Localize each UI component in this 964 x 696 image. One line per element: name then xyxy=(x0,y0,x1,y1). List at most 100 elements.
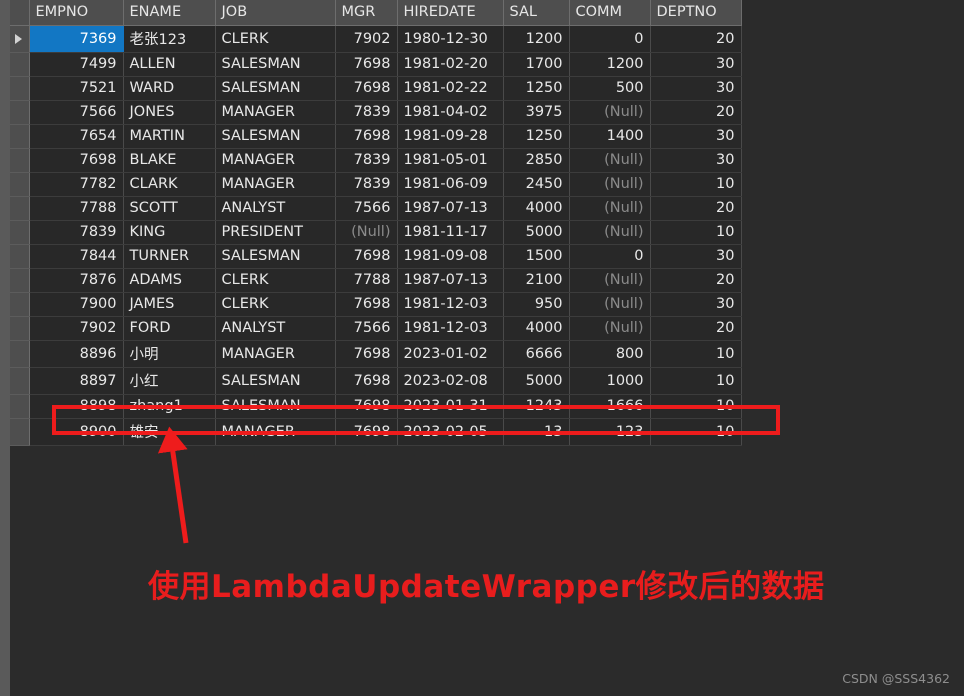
cell-job[interactable]: SALESMAN xyxy=(215,76,336,101)
row-gutter[interactable] xyxy=(10,316,30,341)
table-body[interactable]: 7369 老张123 CLERK 7902 1980-12-30 1200 0 20 7499 A… xyxy=(10,25,742,446)
cell-job[interactable]: SALESMAN xyxy=(215,367,336,395)
cell-comm[interactable]: (Null) xyxy=(569,196,651,221)
cell-deptno[interactable]: 20 xyxy=(650,196,742,221)
cell-deptno[interactable]: 10 xyxy=(650,220,742,245)
cell-empno[interactable]: 7839 xyxy=(29,220,124,245)
cell-empno[interactable]: 7521 xyxy=(29,76,124,101)
cell-comm[interactable]: (Null) xyxy=(569,292,651,317)
table-row[interactable]: 7839 KING PRESIDENT (Null) 1981-11-17 5000 (Nu… xyxy=(10,220,742,245)
table-row[interactable]: 8898 zhang1 SALESMAN 7698 2023-01-31 1243 1666… xyxy=(10,394,742,419)
cell-hiredate[interactable]: 2023-02-08 xyxy=(397,367,504,395)
cell-sal[interactable]: 3975 xyxy=(503,100,570,125)
cell-deptno[interactable]: 30 xyxy=(650,76,742,101)
cell-comm[interactable]: 0 xyxy=(569,25,651,53)
cell-sal[interactable]: 1250 xyxy=(503,76,570,101)
table-row[interactable]: 7698 BLAKE MANAGER 7839 1981-05-01 2850 (Null)… xyxy=(10,148,742,173)
cell-hiredate[interactable]: 2023-01-31 xyxy=(397,394,504,419)
table-row[interactable]: 7369 老张123 CLERK 7902 1980-12-30 1200 0 20 xyxy=(10,25,742,53)
cell-mgr[interactable]: 7839 xyxy=(335,148,398,173)
cell-mgr[interactable]: (Null) xyxy=(335,220,398,245)
column-header-ename[interactable]: ENAME xyxy=(123,0,216,26)
cell-job[interactable]: MANAGER xyxy=(215,148,336,173)
row-gutter[interactable] xyxy=(10,340,30,368)
cell-job[interactable]: ANALYST xyxy=(215,196,336,221)
cell-hiredate[interactable]: 1987-07-13 xyxy=(397,268,504,293)
cell-ename[interactable]: BLAKE xyxy=(123,148,216,173)
cell-deptno[interactable]: 10 xyxy=(650,394,742,419)
cell-job[interactable]: PRESIDENT xyxy=(215,220,336,245)
cell-ename[interactable]: TURNER xyxy=(123,244,216,269)
cell-comm[interactable]: 0 xyxy=(569,244,651,269)
cell-hiredate[interactable]: 1981-11-17 xyxy=(397,220,504,245)
cell-empno[interactable]: 8900 xyxy=(29,418,124,446)
cell-deptno[interactable]: 10 xyxy=(650,172,742,197)
cell-empno[interactable]: 7566 xyxy=(29,100,124,125)
cell-mgr[interactable]: 7698 xyxy=(335,394,398,419)
cell-hiredate[interactable]: 1981-12-03 xyxy=(397,316,504,341)
row-gutter[interactable] xyxy=(10,25,30,53)
cell-deptno[interactable]: 20 xyxy=(650,268,742,293)
cell-sal[interactable]: 1200 xyxy=(503,25,570,53)
row-gutter[interactable] xyxy=(10,196,30,221)
cell-job[interactable]: SALESMAN xyxy=(215,124,336,149)
table-row[interactable]: 8897 小红 SALESMAN 7698 2023-02-08 5000 1000 10 xyxy=(10,367,742,395)
cell-ename[interactable]: 老张123 xyxy=(123,25,216,53)
column-header-mgr[interactable]: MGR xyxy=(335,0,398,26)
table-row[interactable]: 7654 MARTIN SALESMAN 7698 1981-09-28 1250 1400… xyxy=(10,124,742,149)
cell-sal[interactable]: 1700 xyxy=(503,52,570,77)
cell-job[interactable]: MANAGER xyxy=(215,172,336,197)
cell-comm[interactable]: 1666 xyxy=(569,394,651,419)
cell-deptno[interactable]: 30 xyxy=(650,124,742,149)
table-row[interactable]: 7566 JONES MANAGER 7839 1981-04-02 3975 (Null)… xyxy=(10,100,742,125)
column-header-deptno[interactable]: DEPTNO xyxy=(650,0,742,26)
cell-sal[interactable]: 4000 xyxy=(503,196,570,221)
cell-mgr[interactable]: 7698 xyxy=(335,367,398,395)
cell-comm[interactable]: (Null) xyxy=(569,316,651,341)
cell-sal[interactable]: 1250 xyxy=(503,124,570,149)
cell-sal[interactable]: 4000 xyxy=(503,316,570,341)
cell-sal[interactable]: 950 xyxy=(503,292,570,317)
cell-ename[interactable]: FORD xyxy=(123,316,216,341)
cell-mgr[interactable]: 7698 xyxy=(335,52,398,77)
cell-comm[interactable]: 1400 xyxy=(569,124,651,149)
cell-comm[interactable]: (Null) xyxy=(569,148,651,173)
row-gutter[interactable] xyxy=(10,100,30,125)
cell-mgr[interactable]: 7902 xyxy=(335,25,398,53)
cell-comm[interactable]: 800 xyxy=(569,340,651,368)
cell-empno[interactable]: 8897 xyxy=(29,367,124,395)
table-row[interactable]: 7521 WARD SALESMAN 7698 1981-02-22 1250 500 30 xyxy=(10,76,742,101)
cell-ename[interactable]: SCOTT xyxy=(123,196,216,221)
cell-ename[interactable]: 小明 xyxy=(123,340,216,368)
cell-hiredate[interactable]: 1981-05-01 xyxy=(397,148,504,173)
cell-mgr[interactable]: 7698 xyxy=(335,418,398,446)
cell-empno[interactable]: 7900 xyxy=(29,292,124,317)
column-header-sal[interactable]: SAL xyxy=(503,0,570,26)
cell-mgr[interactable]: 7698 xyxy=(335,292,398,317)
row-gutter[interactable] xyxy=(10,172,30,197)
column-header-job[interactable]: JOB xyxy=(215,0,336,26)
cell-ename[interactable]: ADAMS xyxy=(123,268,216,293)
cell-job[interactable]: SALESMAN xyxy=(215,244,336,269)
cell-sal[interactable]: 1500 xyxy=(503,244,570,269)
row-gutter[interactable] xyxy=(10,244,30,269)
cell-hiredate[interactable]: 1981-12-03 xyxy=(397,292,504,317)
row-gutter[interactable] xyxy=(10,292,30,317)
cell-job[interactable]: SALESMAN xyxy=(215,394,336,419)
result-grid[interactable]: EMPNO ENAME JOB MGR HIREDATE SAL COMM DEPTNO 73… xyxy=(10,0,742,446)
cell-hiredate[interactable]: 2023-01-02 xyxy=(397,340,504,368)
cell-job[interactable]: SALESMAN xyxy=(215,52,336,77)
column-header-hiredate[interactable]: HIREDATE xyxy=(397,0,504,26)
cell-ename[interactable]: CLARK xyxy=(123,172,216,197)
cell-mgr[interactable]: 7566 xyxy=(335,316,398,341)
cell-deptno[interactable]: 30 xyxy=(650,148,742,173)
cell-empno[interactable]: 7499 xyxy=(29,52,124,77)
cell-mgr[interactable]: 7698 xyxy=(335,340,398,368)
cell-empno[interactable]: 7654 xyxy=(29,124,124,149)
cell-hiredate[interactable]: 1987-07-13 xyxy=(397,196,504,221)
cell-ename[interactable]: WARD xyxy=(123,76,216,101)
table-row[interactable]: 8896 小明 MANAGER 7698 2023-01-02 6666 800 10 xyxy=(10,340,742,368)
row-gutter[interactable] xyxy=(10,148,30,173)
cell-hiredate[interactable]: 1981-04-02 xyxy=(397,100,504,125)
cell-deptno[interactable]: 10 xyxy=(650,418,742,446)
